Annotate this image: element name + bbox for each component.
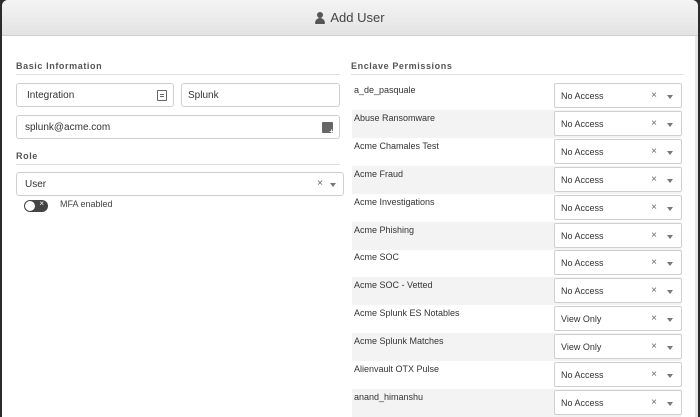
permission-row: a_de_pasquale No Access × xyxy=(352,82,682,110)
chevron-down-icon[interactable] xyxy=(667,290,673,295)
permission-name: Alienvault OTX Pulse xyxy=(354,364,440,374)
email-field[interactable]: splunk@acme.com xyxy=(16,115,340,139)
last-name-value: Splunk xyxy=(188,89,219,101)
scrollbar[interactable] xyxy=(695,36,698,417)
mfa-toggle[interactable]: × xyxy=(24,199,48,212)
access-select[interactable]: No Access × xyxy=(554,278,682,304)
clear-icon[interactable]: × xyxy=(651,146,657,157)
access-select[interactable]: View Only × xyxy=(554,334,682,360)
access-value: No Access xyxy=(561,397,604,408)
access-select[interactable]: No Access × xyxy=(554,362,682,387)
permission-name: anand_himanshu xyxy=(354,391,424,402)
access-value: No Access xyxy=(561,230,604,241)
permission-row: Acme Phishing No Access × xyxy=(352,221,682,250)
user-icon xyxy=(315,11,326,24)
clear-icon[interactable]: × xyxy=(651,230,657,241)
permission-name: Acme Splunk Matches xyxy=(354,336,444,347)
permission-name: Acme Chamales Test xyxy=(354,140,439,151)
access-value: No Access xyxy=(561,174,604,185)
email-value: splunk@acme.com xyxy=(25,121,111,133)
chevron-down-icon[interactable] xyxy=(667,95,673,99)
modal-title: Add User xyxy=(330,10,385,25)
add-user-modal: Add User Basic Information Integration S… xyxy=(2,0,698,417)
clear-icon[interactable]: × xyxy=(651,118,657,129)
access-value: No Access xyxy=(561,118,604,129)
access-value: No Access xyxy=(561,202,604,213)
access-value: No Access xyxy=(561,91,604,101)
chevron-down-icon[interactable] xyxy=(667,234,673,239)
access-value: No Access xyxy=(561,258,604,269)
permission-name: Acme SOC - Vetted xyxy=(354,280,433,291)
mfa-label: MFA enabled xyxy=(60,199,113,209)
first-name-value: Integration xyxy=(27,89,75,101)
permission-name: Acme Phishing xyxy=(354,224,415,235)
access-select[interactable]: View Only × xyxy=(554,306,682,332)
access-select[interactable]: No Access × xyxy=(554,110,682,136)
clear-icon[interactable]: × xyxy=(651,397,657,408)
clear-icon[interactable]: × xyxy=(651,90,657,101)
chevron-down-icon[interactable] xyxy=(667,150,673,155)
chevron-down-icon[interactable] xyxy=(667,262,673,267)
first-name-field[interactable]: Integration xyxy=(16,83,174,107)
permission-name: Acme Fraud xyxy=(354,168,404,179)
clear-icon[interactable]: × xyxy=(651,257,657,268)
close-icon: × xyxy=(39,199,44,208)
modal-header: Add User xyxy=(2,0,698,36)
clear-icon[interactable]: × xyxy=(317,178,323,189)
access-value: No Access xyxy=(561,146,604,157)
enclave-permissions-heading: Enclave Permissions xyxy=(351,61,453,71)
role-heading: Role xyxy=(16,151,38,161)
divider xyxy=(16,164,340,165)
access-select[interactable]: No Access × xyxy=(554,389,682,415)
permission-row: Acme Investigations No Access × xyxy=(352,194,682,222)
permission-name: Abuse Ransomware xyxy=(354,112,436,123)
access-value: View Only xyxy=(561,342,602,353)
clear-icon[interactable]: × xyxy=(651,369,657,380)
last-name-field[interactable]: Splunk xyxy=(181,83,340,107)
permission-row: Acme Chamales Test No Access × xyxy=(352,138,682,166)
chevron-down-icon[interactable] xyxy=(667,401,673,406)
role-value: User xyxy=(25,178,47,190)
email-icon xyxy=(322,122,334,136)
clear-icon[interactable]: × xyxy=(651,174,657,185)
clear-icon[interactable]: × xyxy=(651,341,657,352)
divider xyxy=(16,74,340,75)
basic-info-heading: Basic Information xyxy=(16,61,103,71)
access-select[interactable]: No Access × xyxy=(554,222,682,248)
permission-row: Acme Splunk ES Notables View Only × xyxy=(352,305,682,333)
permission-name: Acme SOC xyxy=(354,252,400,263)
clear-icon[interactable]: × xyxy=(651,285,657,296)
permission-row: Acme SOC No Access × xyxy=(352,249,682,277)
clear-icon[interactable]: × xyxy=(651,313,657,324)
access-select[interactable]: No Access × xyxy=(554,166,682,192)
access-value: No Access xyxy=(561,370,604,380)
permission-row: Abuse Ransomware No Access × xyxy=(352,109,682,138)
access-select[interactable]: No Access × xyxy=(554,250,682,276)
permission-row: Acme SOC - Vetted No Access × xyxy=(352,277,682,306)
permission-name: a_de_pasquale xyxy=(354,85,416,95)
chevron-down-icon[interactable] xyxy=(667,206,673,211)
chevron-down-icon[interactable] xyxy=(667,318,673,323)
chevron-down-icon[interactable] xyxy=(667,346,673,351)
chevron-down-icon[interactable] xyxy=(667,374,673,378)
chevron-down-icon[interactable] xyxy=(667,178,673,183)
access-select[interactable]: No Access × xyxy=(554,194,682,220)
permission-name: Acme Splunk ES Notables xyxy=(354,308,460,319)
access-value: No Access xyxy=(561,286,604,297)
clear-icon[interactable]: × xyxy=(651,202,657,213)
access-value: View Only xyxy=(561,314,602,325)
permission-row: Acme Splunk Matches View Only × xyxy=(352,333,682,362)
permission-row: anand_himanshu No Access × xyxy=(352,388,682,417)
access-select[interactable]: No Access × xyxy=(554,83,682,108)
permission-row: Alienvault OTX Pulse No Access × xyxy=(352,361,682,389)
permission-name: Acme Investigations xyxy=(354,196,435,207)
divider xyxy=(351,74,683,75)
access-select[interactable]: No Access × xyxy=(554,138,682,164)
chevron-down-icon[interactable] xyxy=(330,183,336,187)
permission-row: Acme Fraud No Access × xyxy=(352,165,682,194)
role-select[interactable]: User × xyxy=(16,172,344,196)
contact-card-icon xyxy=(157,90,167,101)
chevron-down-icon[interactable] xyxy=(667,122,673,127)
